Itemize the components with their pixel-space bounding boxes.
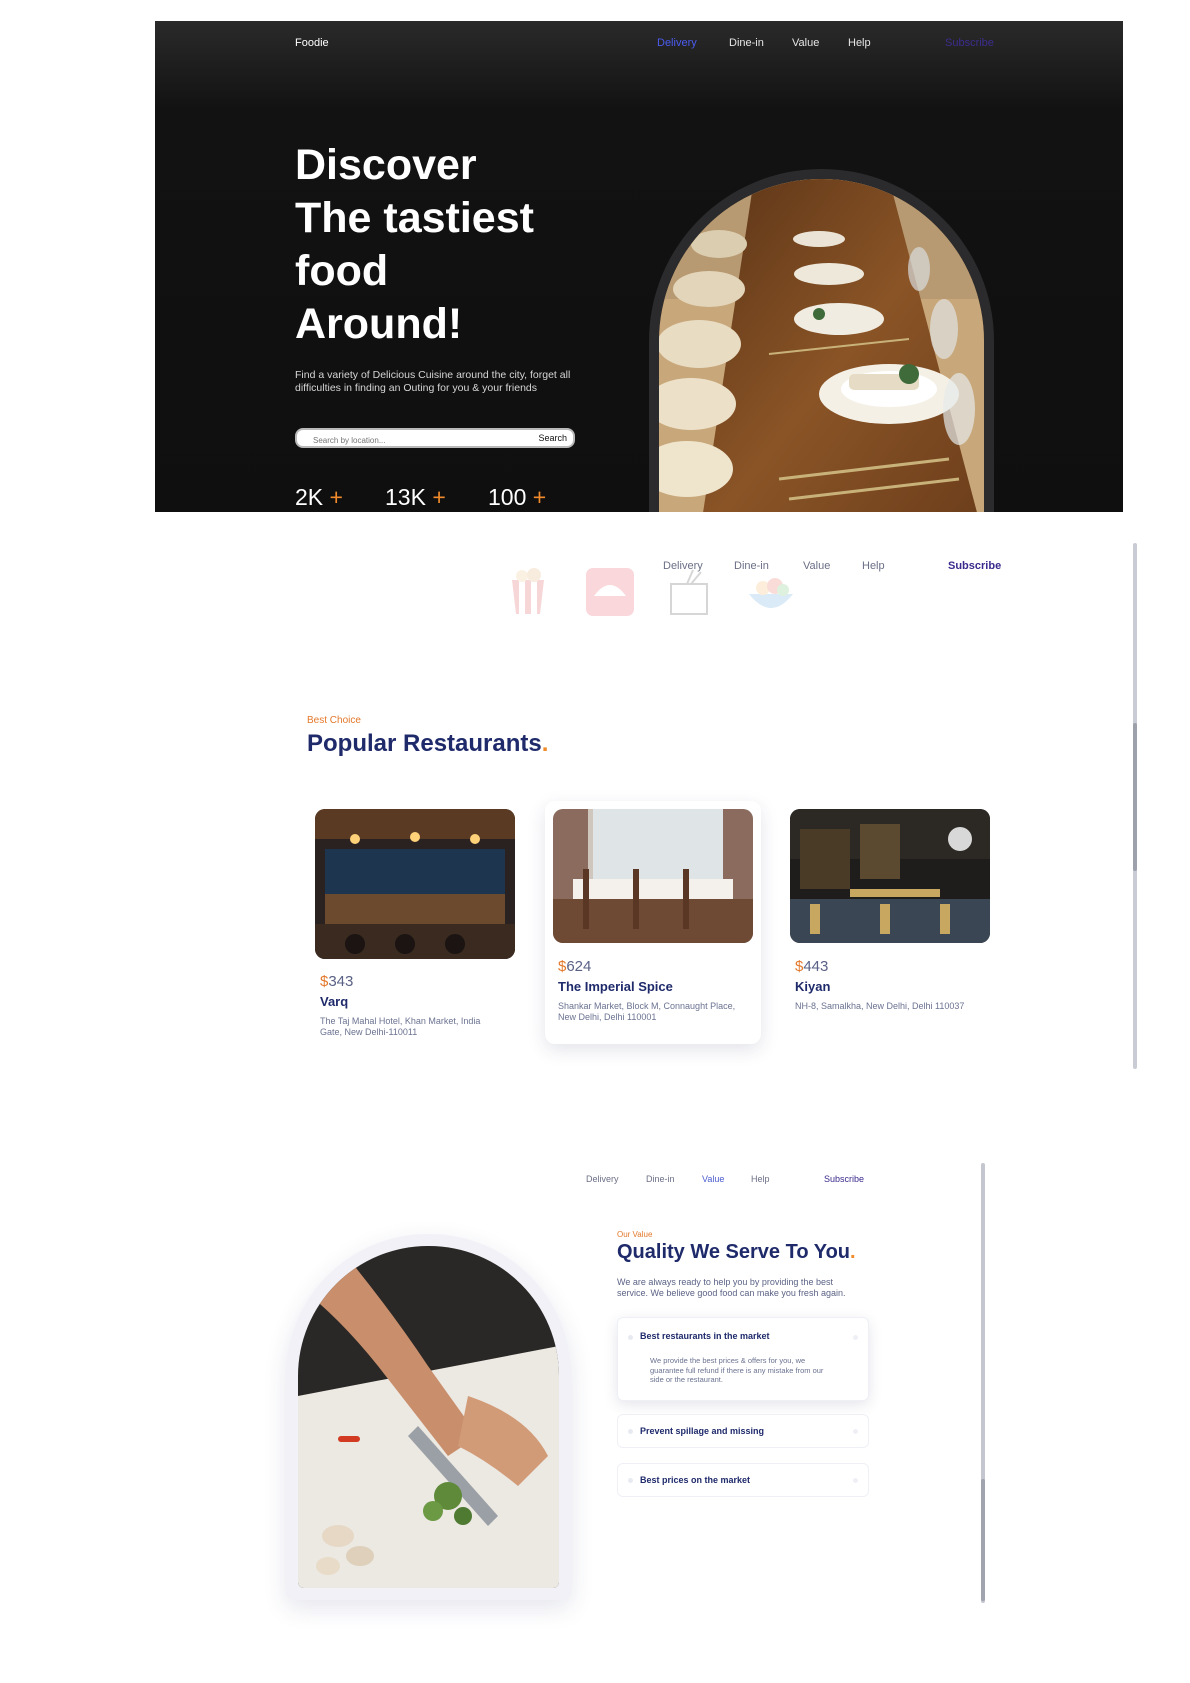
restaurant-price: $443: [795, 958, 828, 975]
restaurant-table-photo: [659, 179, 984, 512]
pizza-hut-logo-icon: [584, 566, 636, 618]
price-value: 443: [803, 958, 829, 975]
nav-help[interactable]: Help: [862, 560, 885, 572]
bullet-icon: [628, 1335, 633, 1340]
stat-users: 13K +: [385, 484, 446, 511]
title-text: Popular Restaurants: [307, 730, 542, 757]
restaurant-address: Shankar Market, Block M, Connaught Place…: [558, 1001, 736, 1022]
restaurant-photo: [790, 809, 990, 943]
bar-interior-photo: [315, 809, 515, 959]
nav-delivery[interactable]: Delivery: [657, 37, 697, 49]
nav-dine-in[interactable]: Dine-in: [646, 1174, 675, 1184]
chef-chopping-photo: [298, 1246, 559, 1588]
search-input[interactable]: [311, 432, 505, 448]
logo[interactable]: Foodie: [295, 37, 329, 49]
section-title: Quality We Serve To You.: [617, 1241, 856, 1264]
hero-headline: Discover The tastiest food Around!: [295, 139, 615, 351]
nav-help[interactable]: Help: [848, 37, 871, 49]
restaurant-address: NH-8, Samalkha, New Delhi, Delhi 110037: [795, 1001, 965, 1011]
restaurant-price: $624: [558, 958, 591, 975]
restaurant-name[interactable]: The Imperial Spice: [558, 979, 673, 994]
takeout-box-icon: [663, 566, 715, 618]
lounge-interior-photo: [790, 809, 990, 943]
feature-accordion-item[interactable]: Best prices on the market: [617, 1463, 869, 1497]
hero-image-frame: [649, 169, 994, 512]
nav-help[interactable]: Help: [751, 1174, 770, 1184]
headline-line: The tastiest: [295, 194, 534, 242]
stat-cities: 100 +: [488, 484, 546, 511]
chevron-icon[interactable]: [853, 1429, 858, 1434]
salad-bowl-icon: [745, 566, 797, 618]
headline-line: Around!: [295, 300, 463, 348]
search-bar: Search: [295, 428, 575, 448]
bullet-icon: [628, 1478, 633, 1483]
nav-delivery[interactable]: Delivery: [586, 1174, 619, 1184]
value-image-frame: [286, 1234, 571, 1600]
feature-body: We provide the best prices & offers for …: [650, 1356, 824, 1384]
stat-value: 2K: [295, 484, 324, 510]
stat-value: 13K: [385, 484, 426, 510]
title-dot: .: [850, 1241, 856, 1263]
restaurant-photo: [553, 809, 753, 943]
nav-value[interactable]: Value: [803, 560, 830, 572]
subscribe-button[interactable]: Subscribe: [824, 1174, 864, 1184]
scrollbar-thumb[interactable]: [1133, 723, 1137, 871]
feature-title: Best restaurants in the market: [640, 1331, 770, 1341]
restaurant-price: $343: [320, 973, 353, 990]
stat-plus: +: [329, 484, 343, 510]
bullet-icon: [628, 1429, 633, 1434]
stat-restaurants: 2K +: [295, 484, 343, 511]
restaurant-name[interactable]: Varq: [320, 994, 348, 1009]
restaurant-photo: [315, 809, 515, 959]
search-button[interactable]: Search: [538, 433, 567, 443]
nav-value[interactable]: Value: [702, 1174, 724, 1184]
feature-accordion-item[interactable]: Prevent spillage and missing: [617, 1414, 869, 1448]
price-value: 624: [566, 958, 592, 975]
chevron-icon[interactable]: [853, 1478, 858, 1483]
hero-description: Find a variety of Delicious Cuisine arou…: [295, 369, 571, 394]
feature-accordion-item[interactable]: Best restaurants in the market We provid…: [617, 1317, 869, 1401]
price-value: 343: [328, 973, 354, 990]
hero-section: Foodie Delivery Dine-in Value Help Subsc…: [155, 21, 1123, 512]
subscribe-button[interactable]: Subscribe: [948, 560, 1001, 572]
subscribe-button[interactable]: Subscribe: [945, 37, 994, 49]
feature-title: Prevent spillage and missing: [640, 1426, 765, 1436]
scrollbar[interactable]: [1133, 543, 1137, 1069]
stat-value: 100: [488, 484, 527, 510]
title-dot: .: [541, 730, 549, 757]
value-image: [298, 1246, 559, 1588]
kfc-logo-icon: [502, 566, 554, 618]
stat-plus: +: [432, 484, 446, 510]
title-text: Quality We Serve To You: [617, 1241, 851, 1263]
nav-value[interactable]: Value: [792, 37, 819, 49]
scrollbar-thumb[interactable]: [981, 1479, 985, 1601]
dining-room-photo: [553, 809, 753, 943]
headline-line: Discover: [295, 141, 477, 189]
restaurant-card[interactable]: $624 The Imperial Spice Shankar Market, …: [545, 801, 761, 1044]
restaurant-name[interactable]: Kiyan: [795, 979, 830, 994]
headline-line: food: [295, 247, 389, 295]
scrollbar[interactable]: [981, 1163, 985, 1603]
section-kicker: Our Value: [617, 1230, 653, 1239]
section-description: We are always ready to help you by provi…: [617, 1277, 846, 1298]
nav-dine-in[interactable]: Dine-in: [729, 37, 764, 49]
hero-image: [659, 179, 984, 512]
section-kicker: Best Choice: [307, 715, 361, 726]
stat-plus: +: [532, 484, 547, 510]
section-title: Popular Restaurants.: [307, 730, 548, 758]
feature-title: Best prices on the market: [640, 1475, 751, 1485]
restaurant-card[interactable]: $443 Kiyan NH-8, Samalkha, New Delhi, De…: [782, 801, 998, 1021]
restaurant-address: The Taj Mahal Hotel, Khan Market, India …: [320, 1016, 481, 1037]
restaurant-card[interactable]: $343 Varq The Taj Mahal Hotel, Khan Mark…: [307, 801, 523, 1041]
chevron-icon[interactable]: [853, 1335, 858, 1340]
